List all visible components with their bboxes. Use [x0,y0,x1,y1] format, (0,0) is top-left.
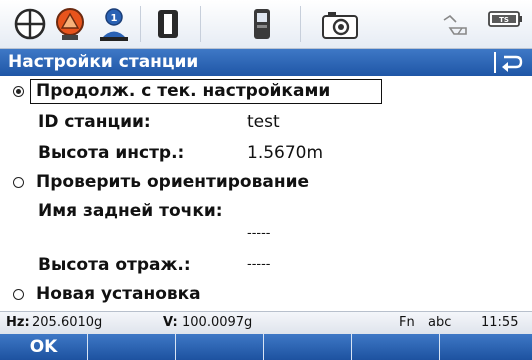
page-title: Настройки станции [8,52,199,72]
person-icon[interactable]: 1 [96,6,132,42]
field-instrument-height: Высота инстр.: 1.5670m [0,140,532,166]
option-check-orientation[interactable]: Проверить ориентирование [0,170,532,196]
hz-label: Hz: [6,315,30,330]
softkey-4[interactable] [264,334,352,360]
status-bar: Hz: 205.6010g V: 100.0097g Fn abc 11:55 [0,311,532,335]
hz-value: 205.6010g [32,315,103,330]
softkey-3[interactable] [176,334,264,360]
option-check-orientation-label: Проверить ориентирование [36,172,310,192]
reflector-height-label: Высота отраж.: [38,255,191,275]
field-backsight-name-value-row: ----- [0,223,532,249]
field-station-id: ID станции: test [0,109,532,135]
svg-text:TS: TS [499,16,509,24]
clock: 11:55 [481,315,519,330]
svg-text:1: 1 [111,13,118,24]
title-bar: Настройки станции [0,49,532,76]
instrument-height-label: Высота инстр.: [38,143,185,163]
option-continue[interactable]: Продолж. с тек. настройками [0,79,532,105]
back-button[interactable] [494,52,526,73]
v-value: 100.0097g [182,315,253,330]
status-icon-bar: 1 TS [0,0,532,49]
softkey-6[interactable] [440,334,532,360]
option-new-setup[interactable]: Новая установка [0,282,532,308]
field-reflector-height: Высота отраж.: ----- [0,252,532,278]
softkey-ok[interactable]: OK [0,334,88,360]
softkey-bar: OK [0,334,532,360]
backsight-name-label: Имя задней точки: [38,201,223,221]
radio-new-setup[interactable] [13,289,24,300]
reflector-icon[interactable] [150,6,186,42]
camera-icon[interactable] [320,6,360,42]
softkey-2[interactable] [88,334,176,360]
v-label: V: [163,315,178,330]
station-id-value[interactable]: test [247,112,280,132]
reflector-height-value[interactable]: ----- [247,257,270,272]
instrument-height-value[interactable]: 1.5670m [247,143,323,163]
crosshair-icon[interactable] [12,6,48,42]
station-id-label: ID станции: [38,112,151,132]
prism-icon[interactable] [52,6,88,42]
radio-check-orientation[interactable] [13,177,24,188]
device-icon[interactable] [244,6,280,42]
signal-icon [443,14,467,35]
softkey-5[interactable] [352,334,440,360]
back-arrow-icon [502,55,523,72]
radio-continue[interactable] [13,86,24,97]
battery-icon: TS [488,11,522,27]
fn-indicator: Fn [399,315,415,330]
backsight-name-value[interactable]: ----- [247,226,270,241]
field-backsight-name: Имя задней точки: [0,198,532,224]
option-new-setup-label: Новая установка [36,284,201,304]
input-mode: abc [428,315,452,330]
option-continue-label: Продолж. с тек. настройками [36,81,331,101]
